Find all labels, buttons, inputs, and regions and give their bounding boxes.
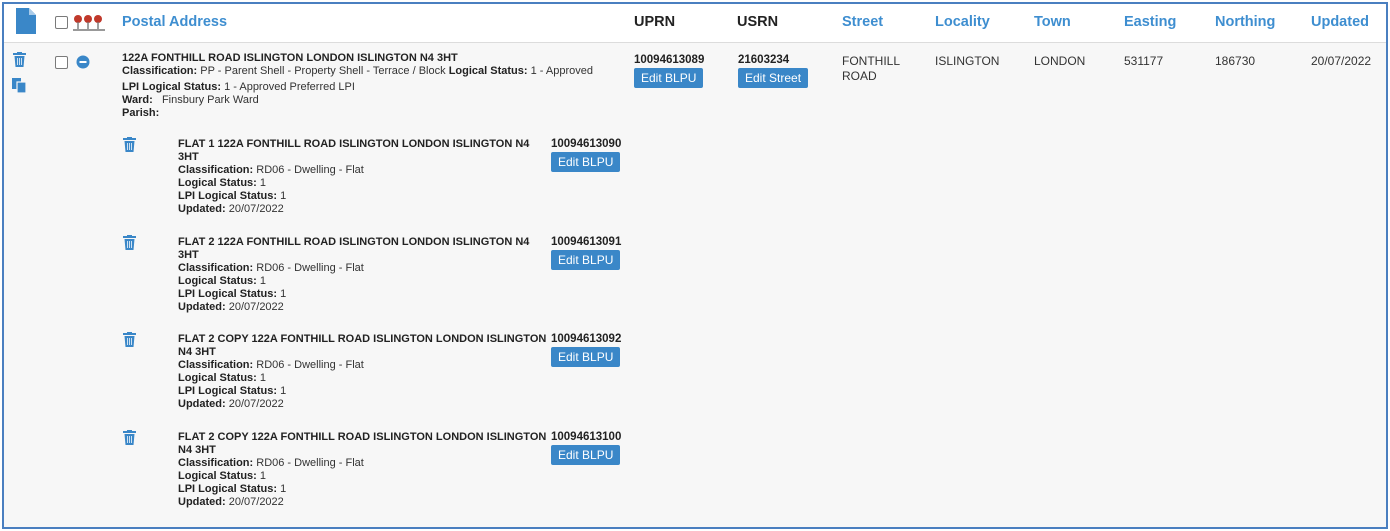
edit-blpu-button[interactable]: Edit BLPU	[634, 68, 704, 88]
child-address: FLAT 2 COPY 122A FONTHILL ROAD ISLINGTON…	[178, 431, 553, 509]
new-document-icon[interactable]	[16, 8, 36, 34]
lpi-status-label: LPI Logical Status:	[122, 81, 222, 93]
child-address: FLAT 2 COPY 122A FONTHILL ROAD ISLINGTON…	[178, 333, 553, 411]
edit-street-button[interactable]: Edit Street	[738, 68, 809, 88]
updated-label: Updated:	[178, 203, 226, 215]
edit-blpu-button[interactable]: Edit BLPU	[551, 347, 621, 367]
grid-header: Postal Address UPRN USRN Street Locality…	[4, 4, 1386, 43]
logical-status-value: 1 - Approved	[530, 65, 593, 77]
updated-label: Updated:	[178, 301, 226, 313]
child-address-title[interactable]: FLAT 2 122A FONTHILL ROAD ISLINGTON LOND…	[178, 236, 553, 262]
child-address-title[interactable]: FLAT 1 122A FONTHILL ROAD ISLINGTON LOND…	[178, 138, 553, 164]
logical-status-value: 1	[259, 470, 267, 482]
copy-icon[interactable]	[12, 78, 27, 93]
logical-status-label: Logical Status:	[448, 65, 528, 77]
column-easting[interactable]: Easting	[1124, 14, 1176, 30]
trash-icon[interactable]	[123, 332, 136, 347]
parent-updated: 20/07/2022	[1311, 54, 1372, 68]
classification-label: Classification:	[178, 457, 254, 469]
parish-label: Parish:	[122, 107, 160, 119]
trash-icon[interactable]	[13, 52, 26, 67]
parent-easting: 531177	[1124, 54, 1164, 68]
lpi-status-value: 1 - Approved Preferred LPI	[224, 81, 355, 93]
column-street[interactable]: Street	[842, 14, 883, 30]
classification-label: Classification:	[178, 359, 254, 371]
property-grid: Postal Address UPRN USRN Street Locality…	[2, 2, 1388, 529]
parent-northing: 186730	[1215, 54, 1256, 68]
lpi-status-value: 1	[280, 288, 287, 300]
lpi-status-value: 1	[280, 385, 287, 397]
child-uprn: 10094613100	[551, 431, 622, 443]
lpi-status-value: 1	[280, 190, 287, 202]
classification-value: RD06 - Dwelling - Flat	[256, 262, 364, 274]
classification-value: RD06 - Dwelling - Flat	[256, 457, 364, 469]
edit-blpu-button[interactable]: Edit BLPU	[551, 250, 621, 270]
lpi-status-label: LPI Logical Status:	[178, 385, 278, 397]
lpi-status-label: LPI Logical Status:	[178, 483, 278, 495]
column-northing[interactable]: Northing	[1215, 14, 1275, 30]
parent-uprn: 10094613089	[634, 54, 705, 66]
column-town[interactable]: Town	[1034, 14, 1071, 30]
ward-label: Ward:	[122, 94, 153, 106]
logical-status-value: 1	[259, 275, 267, 287]
trash-icon[interactable]	[123, 235, 136, 250]
child-uprn: 10094613091	[551, 236, 622, 248]
column-uprn: UPRN	[634, 14, 676, 30]
lpi-status-label: LPI Logical Status:	[178, 288, 278, 300]
child-address: FLAT 2 122A FONTHILL ROAD ISLINGTON LOND…	[178, 236, 553, 314]
updated-value: 20/07/2022	[228, 203, 284, 215]
map-pins-icon[interactable]	[72, 14, 106, 32]
parent-locality: ISLINGTON	[935, 54, 1000, 68]
parent-address-title[interactable]: 122A FONTHILL ROAD ISLINGTON LONDON ISLI…	[122, 52, 622, 65]
parent-street: FONTHILL ROAD	[842, 54, 900, 83]
logical-status-label: Logical Status:	[178, 275, 257, 287]
parent-usrn: 21603234	[738, 54, 790, 66]
collapse-icon[interactable]	[76, 55, 90, 69]
classification-label: Classification:	[178, 262, 254, 274]
updated-value: 20/07/2022	[228, 398, 284, 410]
child-address-title[interactable]: FLAT 2 COPY 122A FONTHILL ROAD ISLINGTON…	[178, 333, 553, 359]
updated-value: 20/07/2022	[228, 496, 284, 508]
parent-address: 122A FONTHILL ROAD ISLINGTON LONDON ISLI…	[122, 52, 622, 120]
edit-blpu-button[interactable]: Edit BLPU	[551, 152, 621, 172]
child-uprn: 10094613092	[551, 333, 622, 345]
parent-town: LONDON	[1034, 54, 1086, 68]
classification-value: RD06 - Dwelling - Flat	[256, 359, 364, 371]
lpi-status-value: 1	[280, 483, 287, 495]
classification-label: Classification:	[178, 164, 254, 176]
classification-value: RD06 - Dwelling - Flat	[256, 164, 364, 176]
edit-blpu-button[interactable]: Edit BLPU	[551, 445, 621, 465]
updated-value: 20/07/2022	[228, 301, 284, 313]
child-address: FLAT 1 122A FONTHILL ROAD ISLINGTON LOND…	[178, 138, 553, 216]
classification-label: Classification:	[122, 65, 198, 77]
column-updated[interactable]: Updated	[1311, 14, 1369, 30]
logical-status-label: Logical Status:	[178, 470, 257, 482]
trash-icon[interactable]	[123, 430, 136, 445]
trash-icon[interactable]	[123, 137, 136, 152]
updated-label: Updated:	[178, 496, 226, 508]
column-usrn: USRN	[737, 14, 779, 30]
lpi-status-label: LPI Logical Status:	[178, 190, 278, 202]
logical-status-value: 1	[259, 177, 267, 189]
child-uprn: 10094613090	[551, 138, 622, 150]
logical-status-value: 1	[259, 372, 267, 384]
logical-status-label: Logical Status:	[178, 177, 257, 189]
child-address-title[interactable]: FLAT 2 COPY 122A FONTHILL ROAD ISLINGTON…	[178, 431, 553, 457]
ward-value: Finsbury Park Ward	[161, 94, 259, 106]
column-locality[interactable]: Locality	[935, 14, 990, 30]
classification-value: PP - Parent Shell - Property Shell - Ter…	[200, 65, 446, 77]
logical-status-label: Logical Status:	[178, 372, 257, 384]
updated-label: Updated:	[178, 398, 226, 410]
select-all-checkbox[interactable]	[55, 16, 68, 29]
row-checkbox[interactable]	[55, 56, 68, 69]
column-postal-address[interactable]: Postal Address	[122, 14, 227, 30]
